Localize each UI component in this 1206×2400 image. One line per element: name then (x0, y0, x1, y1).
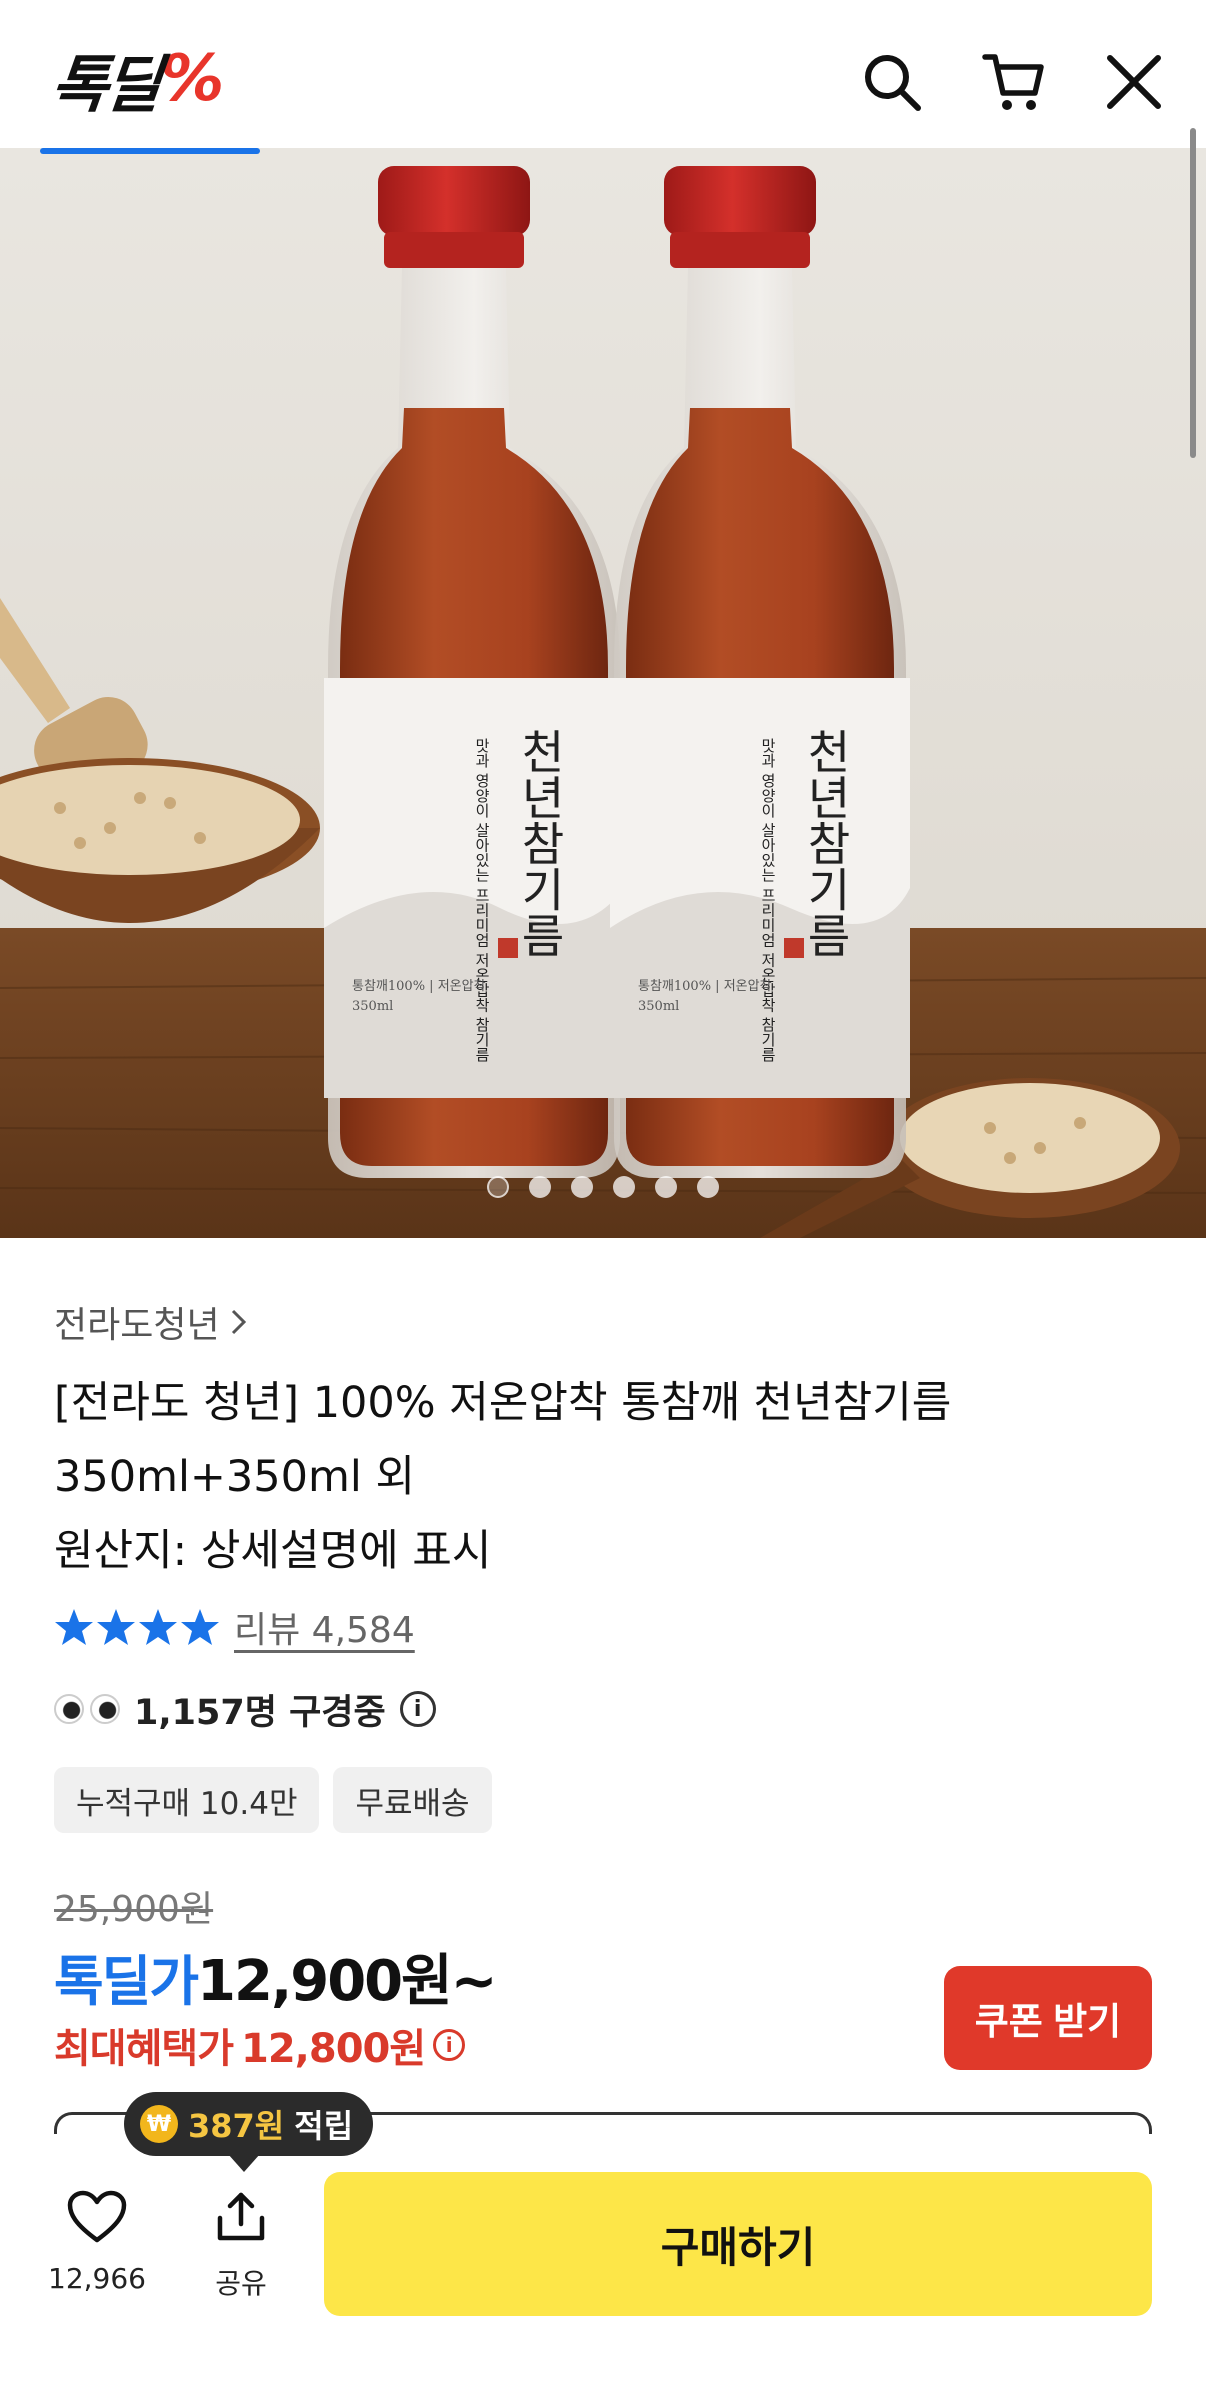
original-price: 25,900원 (54, 1889, 214, 1930)
buy-button[interactable]: 구매하기 (324, 2172, 1152, 2316)
max-benefit-value: 12,800원 (241, 2026, 426, 2072)
deal-price-value: 12,900원~ (197, 1949, 498, 2014)
get-coupon-button[interactable]: 쿠폰 받기 (944, 1966, 1152, 2070)
bottle-label-volume: 350ml (352, 999, 393, 1014)
product-tags: 누적구매 10.4만 무료배송 (54, 1767, 492, 1833)
seller-link[interactable]: 전라도청년 (54, 1296, 250, 1348)
points-tooltip: ₩ 387원 적립 (124, 2092, 374, 2172)
title-line-3: 원산지: 상세설명에 표시 (54, 1526, 492, 1576)
bottle-label-subtitle: 맛과 영양이 살아있는 프리미엄 저온압착 참기름 (759, 738, 777, 1062)
review-link[interactable]: 리뷰 4,584 (234, 1601, 415, 1653)
bottle-label-volume: 350ml (638, 999, 679, 1014)
coin-icon: ₩ (140, 2105, 178, 2143)
tag-free-shipping: 무료배송 (333, 1767, 492, 1833)
seller-name: 전라도청년 (54, 1305, 220, 1346)
product-title: [전라도 청년] 100% 저온압착 통참깨 천년참기름 350ml+350ml… (54, 1366, 1154, 1588)
product-photo: 천년참기름 천년참기름 맛과 영양이 살아있는 프리미엄 저온압착 참기름 맛과… (0, 148, 1206, 1238)
carousel-dot[interactable] (529, 1176, 551, 1198)
bottle-label-subtitle: 맛과 영양이 살아있는 프리미엄 저온압착 참기름 (473, 738, 491, 1062)
star-rating (54, 1607, 220, 1647)
max-benefit-row: 최대혜택가 12,800원 i (54, 2016, 466, 2074)
carousel-dot[interactable] (613, 1176, 635, 1198)
eyes-icon (54, 1694, 120, 1724)
title-line-1: [전라도 청년] 100% 저온압착 통참깨 천년참기름 (54, 1378, 952, 1428)
deal-price-label: 톡딜가 (54, 1950, 199, 2013)
product-image-gallery[interactable]: 천년참기름 천년참기름 맛과 영양이 살아있는 프리미엄 저온압착 참기름 맛과… (0, 148, 1206, 1238)
label-seal-stamp (498, 938, 518, 958)
tag-cumulative-purchase: 누적구매 10.4만 (54, 1767, 320, 1833)
bottom-action-bar: 12,966 공유 구매하기 (0, 2134, 1206, 2400)
cart-icon[interactable] (978, 46, 1050, 118)
share-icon (217, 2192, 265, 2241)
carousel-dot[interactable] (697, 1176, 719, 1198)
bottle-label-title: 천년참기름 (799, 728, 853, 958)
top-header: 톡딜 % (0, 0, 1206, 148)
points-amount: 387원 (188, 2107, 285, 2145)
viewer-count: 1,157명 구경중 i (54, 1684, 436, 1734)
close-icon[interactable] (1098, 46, 1170, 118)
page-scrollbar[interactable] (1190, 128, 1196, 458)
bottle-label-spec: 통참깨100% | 저온압착 (352, 979, 486, 994)
carousel-dot[interactable] (655, 1176, 677, 1198)
heart-icon (67, 2190, 127, 2243)
search-icon[interactable] (856, 46, 928, 118)
viewer-count-text: 1,157명 구경중 (134, 1692, 386, 1733)
like-button[interactable]: 12,966 (42, 2190, 152, 2295)
rating-row: 리뷰 4,584 (54, 1602, 415, 1652)
logo-text: 톡딜 (47, 48, 162, 121)
deal-price-row: 톡딜가 12,900원~ (54, 1936, 498, 2017)
chevron-right-icon (231, 1309, 246, 1335)
star-icon (139, 1609, 177, 1645)
label-seal-stamp (784, 938, 804, 958)
max-benefit-label: 최대혜택가 (54, 2026, 234, 2072)
benefit-info-icon[interactable]: i (433, 2029, 466, 2061)
star-icon (181, 1609, 219, 1645)
logo-percent-mark: % (160, 42, 225, 116)
info-icon[interactable]: i (399, 1691, 436, 1727)
title-line-2: 350ml+350ml 외 (54, 1452, 416, 1502)
points-suffix: 적립 (294, 2107, 354, 2145)
brand-logo[interactable]: 톡딜 % (48, 42, 225, 121)
bottle-label-title: 천년참기름 (513, 728, 567, 958)
share-label: 공유 (215, 2267, 267, 2300)
carousel-dots[interactable] (0, 1176, 1206, 1198)
carousel-dot[interactable] (571, 1176, 593, 1198)
bottle-label-spec: 통참깨100% | 저온압착 (638, 979, 772, 994)
star-icon (55, 1609, 93, 1645)
carousel-dot[interactable] (487, 1176, 509, 1198)
header-scroll-indicator (40, 148, 260, 154)
star-icon (97, 1609, 135, 1645)
like-count: 12,966 (48, 2262, 146, 2295)
share-button[interactable]: 공유 (186, 2190, 296, 2302)
